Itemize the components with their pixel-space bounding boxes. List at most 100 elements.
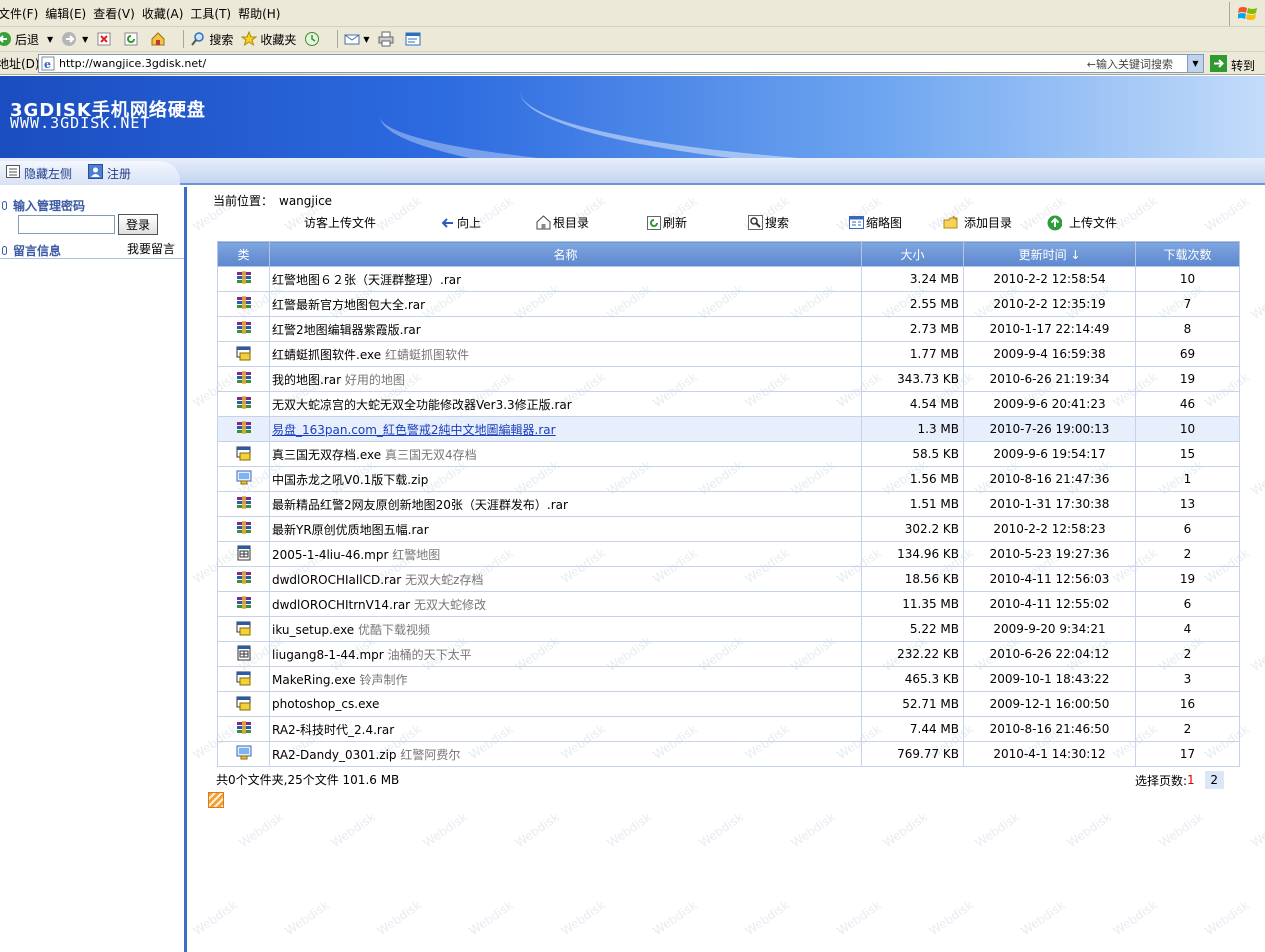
address-dropdown-icon[interactable]: ▼ <box>1187 55 1203 72</box>
password-input[interactable] <box>18 215 115 234</box>
file-name-link[interactable]: dwdlOROCHItrnV14.rar <box>272 598 410 612</box>
table-row[interactable]: 红蜻蜓抓图软件.exe 红蜻蜓抓图软件 1.77 MB 2009-9-4 16:59… <box>217 341 1240 367</box>
file-name-cell[interactable]: 中国赤龙之吼V0.1版下载.zip <box>269 466 862 492</box>
file-name-cell[interactable]: liugang8-1-44.mpr 油桶的天下太平 <box>269 641 862 667</box>
root-button[interactable]: 根目录 <box>536 214 589 231</box>
file-name-link[interactable]: 易盘_163pan.com_紅色警戒2純中文地圖編輯器.rar <box>272 423 556 437</box>
file-name-cell[interactable]: dwdlOROCHIallCD.rar 无双大蛇z存档 <box>269 566 862 592</box>
file-name-link[interactable]: 最新YR原创优质地图五幅.rar <box>272 523 429 537</box>
menu-favorites[interactable]: 收藏(A) <box>142 5 191 22</box>
table-row[interactable]: iku_setup.exe 优酷下载视频 5.22 MB 2009-9-20 9:3… <box>217 616 1240 642</box>
pager-page-2[interactable]: 2 <box>1204 771 1224 789</box>
file-name-cell[interactable]: 红蜻蜓抓图软件.exe 红蜻蜓抓图软件 <box>269 341 862 367</box>
up-button[interactable]: 向上 <box>440 214 481 231</box>
file-name-link[interactable]: iku_setup.exe <box>272 623 354 637</box>
file-name-cell[interactable]: dwdlOROCHItrnV14.rar 无双大蛇修改 <box>269 591 862 617</box>
file-name-cell[interactable]: 易盘_163pan.com_紅色警戒2純中文地圖編輯器.rar <box>269 416 862 442</box>
refresh-button[interactable] <box>123 31 142 47</box>
file-name-link[interactable]: RA2-科技时代_2.4.rar <box>272 723 394 737</box>
file-name-cell[interactable]: photoshop_cs.exe <box>269 691 862 717</box>
table-row[interactable]: MakeRing.exe 铃声制作 465.3 KB 2009-10-1 18:43… <box>217 666 1240 692</box>
add-directory-button[interactable]: 添加目录 <box>943 214 1012 231</box>
file-name-cell[interactable]: 最新精品红警2网友原创新地图20张（天涯群发布）.rar <box>269 491 862 517</box>
file-name-link[interactable]: 最新精品红警2网友原创新地图20张（天涯群发布）.rar <box>272 498 568 512</box>
file-name-cell[interactable]: 最新YR原创优质地图五幅.rar <box>269 516 862 542</box>
stop-button[interactable] <box>96 31 115 47</box>
table-row[interactable]: 我的地图.rar 好用的地图 343.73 KB 2010-6-26 21:19:3… <box>217 366 1240 392</box>
back-dropdown-icon[interactable]: ▼ <box>47 35 53 44</box>
menu-file[interactable]: 文件(F) <box>0 5 45 22</box>
column-header-count[interactable]: 下载次数 <box>1135 241 1240 267</box>
table-row[interactable]: 中国赤龙之吼V0.1版下载.zip 1.56 MB 2010-8-16 21:47… <box>217 466 1240 492</box>
table-row[interactable]: 真三国无双存档.exe 真三国无双4存档 58.5 KB 2009-9-6 19:5… <box>217 441 1240 467</box>
column-header-name[interactable]: 名称 <box>269 241 862 267</box>
table-row[interactable]: 无双大蛇凉宫的大蛇无双全功能修改器Ver3.3修正版.rar 4.54 MB 20… <box>217 391 1240 417</box>
file-name-cell[interactable]: 红警地图６２张（天涯群整理）.rar <box>269 266 862 292</box>
file-name-link[interactable]: 真三国无双存档.exe <box>272 448 381 462</box>
table-row[interactable]: dwdlOROCHItrnV14.rar 无双大蛇修改 11.35 MB 2010-… <box>217 591 1240 617</box>
upload-file-button[interactable]: 上传文件 <box>1047 214 1117 231</box>
hide-left-link[interactable]: 隐藏左侧 <box>6 165 72 182</box>
table-row[interactable]: 最新精品红警2网友原创新地图20张（天涯群发布）.rar 1.51 MB 2010… <box>217 491 1240 517</box>
column-header-size[interactable]: 大小 <box>861 241 964 267</box>
file-name-link[interactable]: dwdlOROCHIallCD.rar <box>272 573 401 587</box>
file-name-link[interactable]: 中国赤龙之吼V0.1版下载.zip <box>272 473 428 487</box>
file-name-link[interactable]: RA2-Dandy_0301.zip <box>272 748 397 762</box>
print-button[interactable] <box>378 31 397 47</box>
table-row[interactable]: liugang8-1-44.mpr 油桶的天下太平 232.22 KB 2010-6… <box>217 641 1240 667</box>
search-button[interactable]: 搜索 <box>190 31 233 48</box>
file-name-link[interactable]: MakeRing.exe <box>272 673 356 687</box>
file-name-link[interactable]: 红警地图６２张（天涯群整理）.rar <box>272 273 461 287</box>
address-input[interactable]: e http://wangjice.3gdisk.net/ ←输入关键词搜索 ▼ <box>38 54 1204 73</box>
column-header-time[interactable]: 更新时间 ↓ <box>963 241 1136 267</box>
mail-button[interactable]: ▼ <box>344 31 370 47</box>
menu-tools[interactable]: 工具(T) <box>190 5 238 22</box>
edit-button[interactable] <box>405 31 424 47</box>
file-name-link[interactable]: 红警最新官方地图包大全.rar <box>272 298 425 312</box>
file-name-link[interactable]: 我的地图.rar <box>272 373 341 387</box>
refresh-page-button[interactable]: 刷新 <box>646 214 687 231</box>
guest-upload-button[interactable]: 访客上传文件 <box>304 214 376 231</box>
home-button[interactable] <box>150 31 169 47</box>
file-name-link[interactable]: 红蜻蜓抓图软件.exe <box>272 348 381 362</box>
file-name-cell[interactable]: 红警最新官方地图包大全.rar <box>269 291 862 317</box>
file-name-cell[interactable]: 无双大蛇凉宫的大蛇无双全功能修改器Ver3.3修正版.rar <box>269 391 862 417</box>
file-name-cell[interactable]: 红警2地图编辑器紫霞版.rar <box>269 316 862 342</box>
table-row[interactable]: 最新YR原创优质地图五幅.rar 302.2 KB 2010-2-2 12:58:… <box>217 516 1240 542</box>
file-name-cell[interactable]: 我的地图.rar 好用的地图 <box>269 366 862 392</box>
file-name-cell[interactable]: MakeRing.exe 铃声制作 <box>269 666 862 692</box>
file-name-link[interactable]: photoshop_cs.exe <box>272 697 379 711</box>
search-files-button[interactable]: 搜索 <box>748 214 789 231</box>
file-name-cell[interactable]: RA2-Dandy_0301.zip 红警阿费尔 <box>269 741 862 767</box>
forward-dropdown-icon[interactable]: ▼ <box>82 35 88 44</box>
table-row[interactable]: 易盘_163pan.com_紅色警戒2純中文地圖編輯器.rar 1.3 MB 20… <box>217 416 1240 442</box>
table-row[interactable]: RA2-科技时代_2.4.rar 7.44 MB 2010-8-16 21:46:… <box>217 716 1240 742</box>
table-row[interactable]: 红警2地图编辑器紫霞版.rar 2.73 MB 2010-1-17 22:14:4… <box>217 316 1240 342</box>
thumbnail-button[interactable]: 缩略图 <box>849 214 902 231</box>
table-row[interactable]: 红警地图６２张（天涯群整理）.rar 3.24 MB 2010-2-2 12:58… <box>217 266 1240 292</box>
file-name-link[interactable]: liugang8-1-44.mpr <box>272 648 384 662</box>
table-row[interactable]: photoshop_cs.exe 52.71 MB 2009-12-1 16:00… <box>217 691 1240 717</box>
menu-edit[interactable]: 编辑(E) <box>45 5 93 22</box>
history-button[interactable] <box>304 31 323 47</box>
table-row[interactable]: 2005-1-4liu-46.mpr 红警地图 134.96 KB 2010-5-2… <box>217 541 1240 567</box>
file-name-link[interactable]: 2005-1-4liu-46.mpr <box>272 548 388 562</box>
file-name-cell[interactable]: RA2-科技时代_2.4.rar <box>269 716 862 742</box>
menu-help[interactable]: 帮助(H) <box>238 5 287 22</box>
forward-button[interactable]: ▼ <box>61 31 88 47</box>
file-name-link[interactable]: 无双大蛇凉宫的大蛇无双全功能修改器Ver3.3修正版.rar <box>272 398 572 412</box>
column-header-type[interactable]: 类 <box>217 241 270 267</box>
back-button[interactable]: 后退 ▼ <box>0 31 53 48</box>
mail-dropdown-icon[interactable]: ▼ <box>363 35 369 44</box>
file-name-cell[interactable]: iku_setup.exe 优酷下载视频 <box>269 616 862 642</box>
table-row[interactable]: 红警最新官方地图包大全.rar 2.55 MB 2010-2-2 12:35:19… <box>217 291 1240 317</box>
register-link[interactable]: 注册 <box>88 164 131 182</box>
rss-icon[interactable] <box>208 792 224 808</box>
file-name-cell[interactable]: 真三国无双存档.exe 真三国无双4存档 <box>269 441 862 467</box>
favorites-button[interactable]: 收藏夹 <box>241 31 296 48</box>
menu-view[interactable]: 查看(V) <box>93 5 142 22</box>
file-name-link[interactable]: 红警2地图编辑器紫霞版.rar <box>272 323 421 337</box>
login-button[interactable]: 登录 <box>118 214 158 235</box>
file-name-cell[interactable]: 2005-1-4liu-46.mpr 红警地图 <box>269 541 862 567</box>
leave-message-link[interactable]: 我要留言 <box>127 240 175 257</box>
